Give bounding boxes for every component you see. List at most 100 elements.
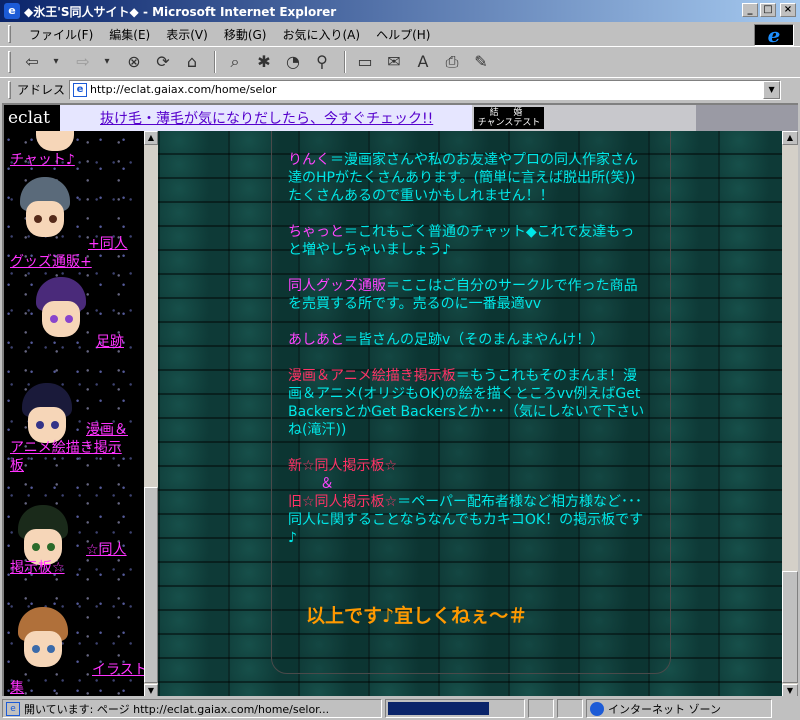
nav-link-illust-board-c[interactable]: 板	[10, 457, 24, 475]
mail-icon[interactable]: ✉	[381, 50, 407, 74]
link-term-illust-board[interactable]: 漫画＆アニメ絵描き掲示板	[288, 368, 456, 384]
back-icon[interactable]: ⇦	[19, 50, 45, 74]
page-viewport: eclat 抜け毛・薄毛が気になりだしたら、今すぐチェック!! 結 婚 チャンス…	[2, 103, 798, 696]
ie-throbber-logo: e	[754, 23, 794, 47]
menu-help[interactable]: ヘルプ(H)	[368, 24, 438, 45]
address-url[interactable]: http://eclat.gaiax.com/home/selor	[90, 83, 277, 96]
page-loading-icon: e	[6, 701, 20, 716]
close-button[interactable]: ×	[780, 3, 796, 17]
progress-bar	[388, 702, 489, 715]
scrollbar-thumb[interactable]	[144, 487, 158, 683]
right-frame-scrollbar[interactable]: ▲ ▼	[782, 131, 798, 696]
character-avatar-image[interactable]	[14, 605, 72, 673]
marriage-line2: チャンステスト	[477, 118, 541, 128]
nav-link-doujin-board-a[interactable]: ☆同人	[86, 541, 127, 559]
link-term-new-board[interactable]: 新☆同人掲示板☆	[288, 458, 397, 474]
menu-file[interactable]: ファイル(F)	[21, 24, 101, 45]
left-nav-frame: チャット♪ +同人 グッズ通販+ 足跡 漫画＆ アニメ絵描き掲示 板 ☆同人 掲…	[4, 131, 158, 696]
nav-link-illust-board-a[interactable]: 漫画＆	[86, 421, 128, 439]
back-dropdown-icon[interactable]: ▾	[48, 50, 64, 74]
banner-ad[interactable]: 抜け毛・薄毛が気になりだしたら、今すぐチェック!!	[60, 105, 472, 131]
status-pane-blank	[557, 699, 583, 718]
address-bar: アドレス e http://eclat.gaiax.com/home/selor…	[0, 77, 800, 101]
channels-icon[interactable]: ⚲	[309, 50, 335, 74]
nav-link-illust-gallery-b[interactable]: 集	[10, 679, 24, 696]
print-icon[interactable]: ⎙	[439, 50, 465, 74]
progress-pane	[385, 699, 525, 718]
desc-chat: ちゃっと＝これもごく普通のチャット◆これで友達もっと増やしちゃいましょう♪	[288, 223, 648, 259]
address-input[interactable]: e http://eclat.gaiax.com/home/selor ▼	[69, 79, 782, 100]
ie-app-icon[interactable]: e	[4, 3, 20, 19]
marriage-line1: 結 婚	[489, 108, 529, 118]
site-menu-description: りんく＝漫画家さんや私のお友達やプロの同人作家さん達のHPがたくさんあります。(…	[288, 151, 648, 565]
status-message: 開いています: ページ http://eclat.gaiax.com/home/…	[24, 702, 330, 716]
left-frame-scrollbar[interactable]: ▲ ▼	[144, 131, 158, 696]
maximize-button[interactable]: □	[760, 3, 776, 17]
font-icon[interactable]: A	[410, 50, 436, 74]
desc-doujin-boards: 新☆同人掲示板☆ ＆旧☆同人掲示板☆＝ペーパー配布者様など相方様など･･･同人に関…	[288, 457, 648, 547]
forward-icon[interactable]: ⇨	[70, 50, 96, 74]
menu-view[interactable]: 表示(V)	[158, 24, 216, 45]
ampersand: ＆	[320, 476, 334, 492]
zone-label: インターネット ゾーン	[608, 702, 721, 716]
address-label: アドレス	[17, 83, 66, 97]
menu-edit[interactable]: 編集(E)	[101, 24, 158, 45]
minimize-button[interactable]: _	[742, 3, 758, 17]
nav-link-doujin-board-b[interactable]: 掲示板☆	[10, 559, 65, 577]
desc-links: りんく＝漫画家さんや私のお友達やプロの同人作家さん達のHPがたくさんあります。(…	[288, 151, 648, 205]
search-icon[interactable]: ⌕	[222, 50, 248, 74]
closing-message: 以上です♪宜しくねぇ～＃	[306, 605, 528, 627]
status-pane-blank	[528, 699, 554, 718]
menu-favorites[interactable]: お気に入り(A)	[274, 24, 368, 45]
scroll-down-button[interactable]: ▼	[144, 684, 158, 696]
scroll-down-button[interactable]: ▼	[782, 684, 798, 696]
security-zone-pane: インターネット ゾーン	[586, 699, 772, 718]
marriage-chance-test-banner[interactable]: 結 婚 チャンステスト	[474, 107, 544, 129]
toolbar-separator	[344, 50, 346, 73]
character-avatar-image[interactable]	[16, 175, 74, 243]
banner-gray-area	[696, 105, 798, 131]
nav-link-doujin-goods-b[interactable]: グッズ通販+	[10, 253, 92, 271]
history-icon[interactable]: ◔	[280, 50, 306, 74]
eclat-logo[interactable]: eclat	[4, 105, 60, 131]
link-term-links[interactable]: りんく	[288, 152, 330, 168]
scroll-up-button[interactable]: ▲	[144, 131, 158, 145]
banner-ad-link[interactable]: 抜け毛・薄毛が気になりだしたら、今すぐチェック!!	[100, 108, 433, 128]
menu-bar: ファイル(F) 編集(E) 表示(V) 移動(G) お気に入り(A) ヘルプ(H…	[0, 22, 800, 46]
desc-footprints: あしあと＝皆さんの足跡v（そのまんまやんけ！）	[288, 331, 648, 349]
fullscreen-icon[interactable]: ▭	[352, 50, 378, 74]
status-message-pane: e 開いています: ページ http://eclat.gaiax.com/hom…	[2, 699, 382, 718]
toolbar-grip[interactable]	[8, 50, 11, 73]
nav-link-illust-board-b[interactable]: アニメ絵描き掲示	[10, 439, 122, 457]
scrollbar-thumb[interactable]	[782, 571, 798, 683]
address-dropdown-button[interactable]: ▼	[763, 80, 781, 99]
page-icon: e	[73, 82, 88, 97]
globe-icon	[590, 701, 604, 716]
desc-goods: 同人グッズ通販＝ここはご自分のサークルで作った商品を売買する所です。売るのに一番…	[288, 277, 648, 313]
refresh-icon[interactable]: ⟳	[150, 50, 176, 74]
link-term-old-board[interactable]: 旧☆同人掲示板☆	[288, 494, 397, 510]
nav-link-chat[interactable]: チャット♪	[10, 151, 75, 169]
window-title: ◆氷王'S同人サイト◆ - Microsoft Internet Explore…	[24, 4, 337, 19]
nav-link-footprints[interactable]: 足跡	[96, 333, 124, 351]
desc-links-text: ＝漫画家さんや私のお友達やプロの同人作家さん達のHPがたくさんあります。(簡単に…	[288, 152, 638, 204]
favorites-icon[interactable]: ✱	[251, 50, 277, 74]
nav-link-illust-gallery-a[interactable]: イラスト	[92, 661, 148, 679]
desc-illust-board: 漫画＆アニメ絵描き掲示板＝もうこれもそのまんま！漫画＆アニメ(オリジもOK)の絵…	[288, 367, 648, 439]
toolbar-separator	[214, 50, 216, 73]
link-term-footprints[interactable]: あしあと	[288, 332, 344, 348]
edit-icon[interactable]: ✎	[468, 50, 494, 74]
character-avatar-image[interactable]	[32, 275, 90, 343]
link-term-chat[interactable]: ちゃっと	[288, 224, 344, 240]
home-icon[interactable]: ⌂	[179, 50, 205, 74]
forward-dropdown-icon[interactable]: ▾	[99, 50, 115, 74]
link-term-goods[interactable]: 同人グッズ通販	[288, 278, 386, 294]
menubar-grip[interactable]	[8, 25, 11, 43]
standard-toolbar: ⇦ ▾ ⇨ ▾ ⊗ ⟳ ⌂ ⌕ ✱ ◔ ⚲ ▭ ✉ A ⎙ ✎	[0, 46, 800, 76]
addressbar-grip[interactable]	[8, 80, 11, 99]
title-bar[interactable]: e ◆氷王'S同人サイト◆ - Microsoft Internet Explo…	[0, 0, 800, 22]
nav-link-doujin-goods-a[interactable]: +同人	[88, 235, 128, 253]
menu-go[interactable]: 移動(G)	[216, 24, 275, 45]
scroll-up-button[interactable]: ▲	[782, 131, 798, 145]
stop-icon[interactable]: ⊗	[121, 50, 147, 74]
